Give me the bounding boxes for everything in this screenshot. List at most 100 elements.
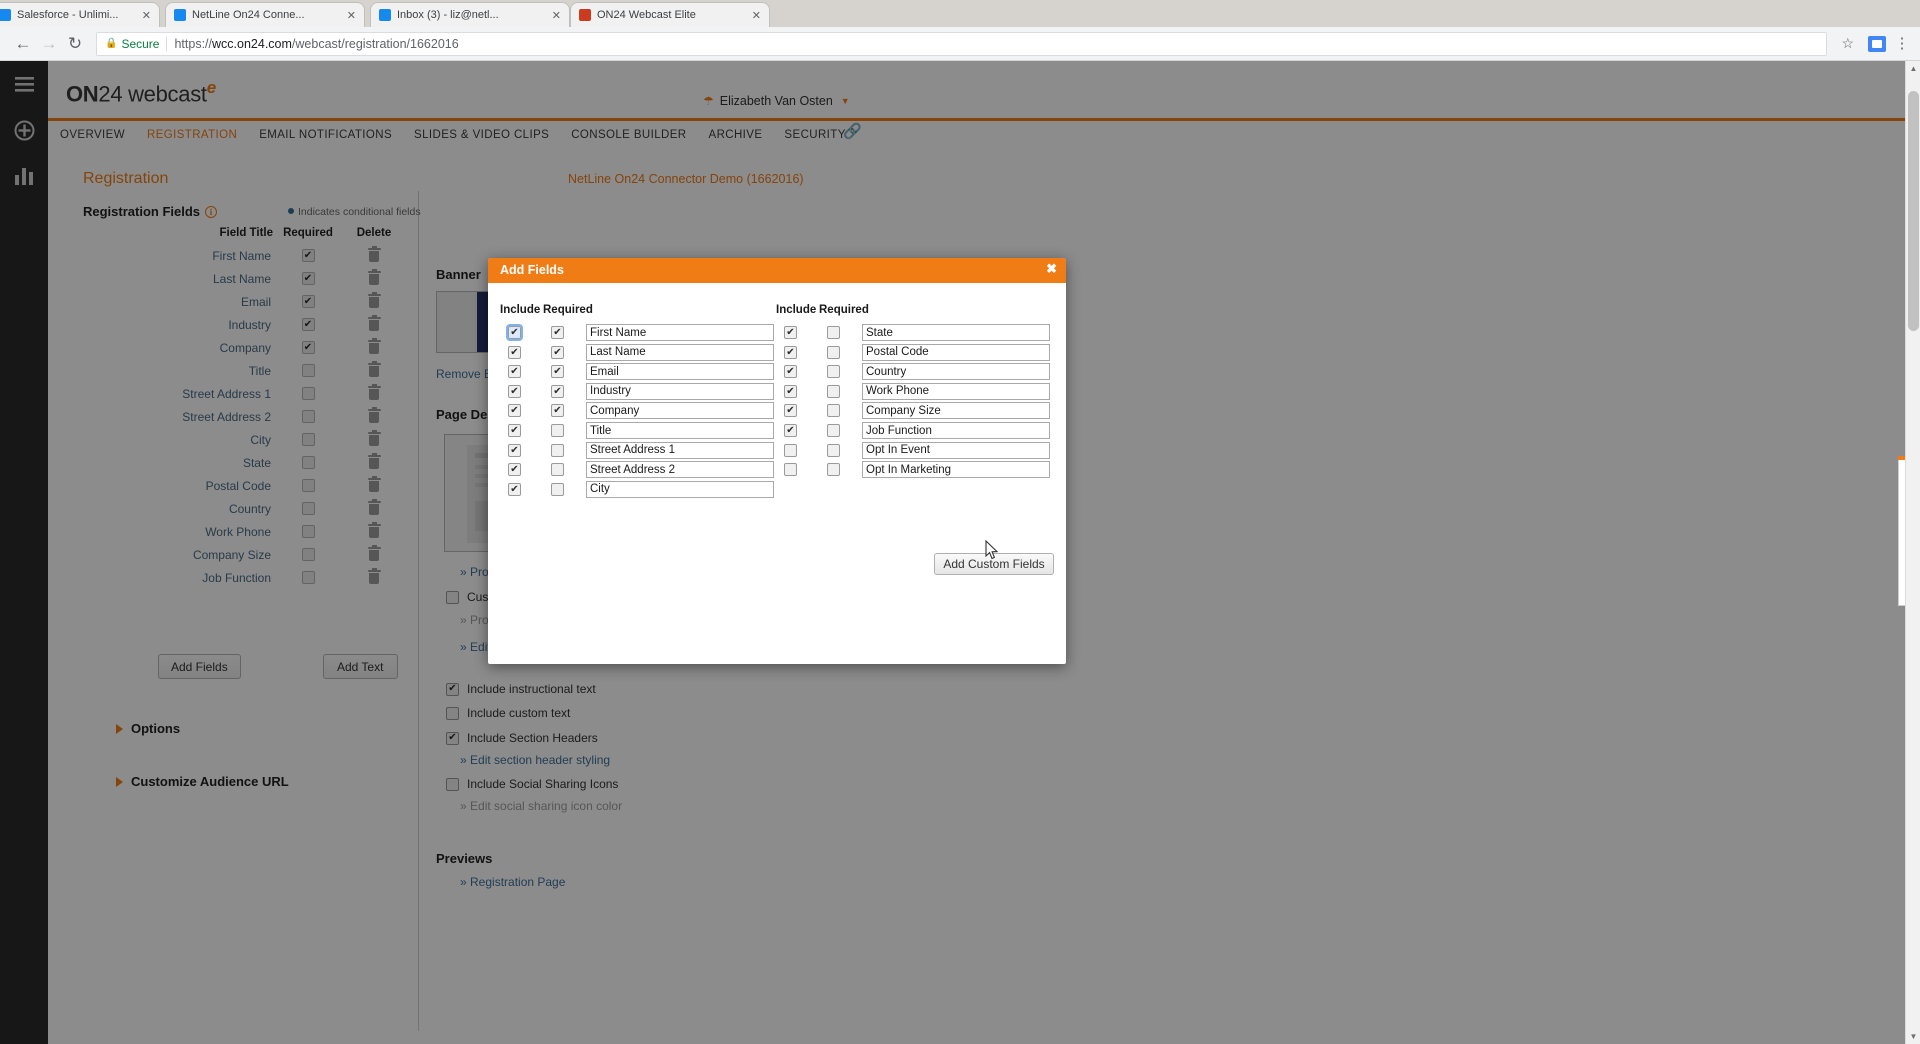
tab-label: ON24 Webcast Elite	[597, 9, 696, 21]
include-checkbox[interactable]	[508, 482, 521, 496]
required-checkbox[interactable]	[551, 482, 564, 496]
tab-favicon-icon	[579, 9, 591, 21]
modal-field-row	[506, 324, 774, 341]
modal-title: Add Fields	[500, 263, 564, 277]
include-checkbox[interactable]	[784, 443, 797, 457]
lock-icon: 🔒	[105, 38, 118, 49]
tab-label: NetLine On24 Conne...	[192, 9, 305, 21]
url-text: https://wcc.on24.com/webcast/registratio…	[174, 37, 458, 51]
include-checkbox[interactable]	[784, 463, 797, 477]
add-fields-modal: Add Fields ✖ Include Required Include Re…	[488, 258, 1066, 664]
required-checkbox[interactable]	[551, 463, 564, 477]
modal-header: Add Fields ✖	[488, 258, 1066, 283]
required-checkbox[interactable]	[827, 463, 840, 477]
mouse-cursor	[983, 539, 1000, 562]
field-name-input[interactable]	[862, 324, 1050, 341]
modal-field-row	[508, 422, 774, 439]
modal-field-row	[508, 363, 774, 381]
browser-tab[interactable]: Inbox (3) - liz@netl... ✕	[370, 2, 570, 27]
field-name-input[interactable]	[862, 382, 1050, 400]
omnibox-divider	[166, 36, 168, 51]
field-name-input[interactable]	[586, 324, 774, 341]
include-checkbox[interactable]	[784, 424, 797, 437]
include-checkbox[interactable]	[508, 384, 521, 398]
include-checkbox[interactable]	[508, 424, 521, 437]
required-checkbox[interactable]	[551, 365, 564, 379]
tab-close-icon[interactable]: ✕	[347, 9, 356, 22]
include-checkbox[interactable]	[508, 463, 521, 477]
required-checkbox[interactable]	[551, 326, 564, 339]
modal-field-row	[784, 343, 1050, 361]
modal-field-row	[784, 363, 1050, 381]
tab-favicon-icon	[379, 9, 391, 21]
modal-field-row	[508, 402, 774, 420]
field-name-input[interactable]	[586, 363, 774, 381]
include-checkbox[interactable]	[784, 345, 797, 359]
field-name-input[interactable]	[862, 343, 1050, 361]
include-checkbox[interactable]	[506, 324, 523, 341]
required-checkbox[interactable]	[827, 404, 840, 418]
required-checkbox[interactable]	[827, 365, 840, 379]
extension-icon[interactable]	[1868, 35, 1886, 52]
tab-label: Inbox (3) - liz@netl...	[397, 9, 499, 21]
required-checkbox[interactable]	[551, 384, 564, 398]
field-name-input[interactable]	[586, 343, 774, 361]
required-checkbox[interactable]	[827, 345, 840, 359]
include-checkbox[interactable]	[784, 365, 797, 379]
reload-icon[interactable]: ↻	[62, 31, 88, 57]
field-name-input[interactable]	[586, 480, 774, 498]
close-icon[interactable]: ✖	[1046, 262, 1057, 276]
field-name-input[interactable]	[862, 461, 1050, 479]
star-icon[interactable]: ☆	[1841, 35, 1854, 52]
left-col-required-header: Required	[543, 304, 593, 316]
browser-tab[interactable]: ON24 Webcast Elite ✕	[570, 2, 770, 27]
page-viewport: ON24 webcaste ☂ Elizabeth Van Osten ▼ OV…	[0, 61, 1920, 1044]
required-checkbox[interactable]	[551, 443, 564, 457]
field-name-input[interactable]	[586, 461, 774, 479]
required-checkbox[interactable]	[551, 345, 564, 359]
scroll-up-arrow-icon[interactable]: ▲	[1906, 61, 1920, 76]
field-name-input[interactable]	[862, 422, 1050, 439]
include-checkbox[interactable]	[508, 345, 521, 359]
required-checkbox[interactable]	[551, 404, 564, 418]
required-checkbox[interactable]	[551, 424, 564, 437]
right-col-required-header: Required	[819, 304, 869, 316]
browser-tab[interactable]: Salesforce - Unlimi... ✕	[0, 2, 160, 27]
field-name-input[interactable]	[586, 382, 774, 400]
url-path: /webcast/registration/1662016	[291, 36, 459, 51]
modal-field-row	[508, 441, 774, 459]
required-checkbox[interactable]	[827, 384, 840, 398]
modal-field-row	[508, 343, 774, 361]
include-checkbox[interactable]	[784, 404, 797, 418]
include-checkbox[interactable]	[784, 384, 797, 398]
include-checkbox[interactable]	[508, 365, 521, 379]
back-arrow-icon[interactable]: ←	[10, 31, 36, 57]
field-name-input[interactable]	[862, 363, 1050, 381]
url-input[interactable]: 🔒 Secure https://wcc.on24.com/webcast/re…	[96, 31, 1828, 56]
field-name-input[interactable]	[862, 441, 1050, 459]
kebab-menu-icon[interactable]: ⋮	[1894, 36, 1910, 51]
required-checkbox[interactable]	[827, 443, 840, 457]
required-checkbox[interactable]	[827, 326, 840, 339]
secure-label: Secure	[121, 36, 160, 51]
left-col-include-header: Include	[500, 304, 541, 316]
tab-close-icon[interactable]: ✕	[142, 9, 151, 22]
required-checkbox[interactable]	[827, 424, 840, 437]
page-scrollbar[interactable]: ▲ ▼	[1905, 61, 1920, 1044]
field-name-input[interactable]	[586, 441, 774, 459]
field-name-input[interactable]	[586, 422, 774, 439]
tab-close-icon[interactable]: ✕	[552, 9, 561, 22]
scrollbar-thumb[interactable]	[1908, 91, 1919, 331]
tab-close-icon[interactable]: ✕	[752, 9, 761, 22]
modal-field-row	[784, 382, 1050, 400]
scroll-down-arrow-icon[interactable]: ▼	[1906, 1029, 1920, 1044]
field-name-input[interactable]	[586, 402, 774, 420]
field-name-input[interactable]	[862, 402, 1050, 420]
browser-tab[interactable]: NetLine On24 Conne... ✕	[165, 2, 365, 27]
browser-omnibox-bar: ← → ↻ 🔒 Secure https://wcc.on24.com/webc…	[0, 27, 1920, 61]
modal-field-row	[784, 402, 1050, 420]
include-checkbox[interactable]	[508, 404, 521, 418]
forward-arrow-icon[interactable]: →	[36, 31, 62, 57]
include-checkbox[interactable]	[508, 443, 521, 457]
include-checkbox[interactable]	[784, 326, 797, 339]
